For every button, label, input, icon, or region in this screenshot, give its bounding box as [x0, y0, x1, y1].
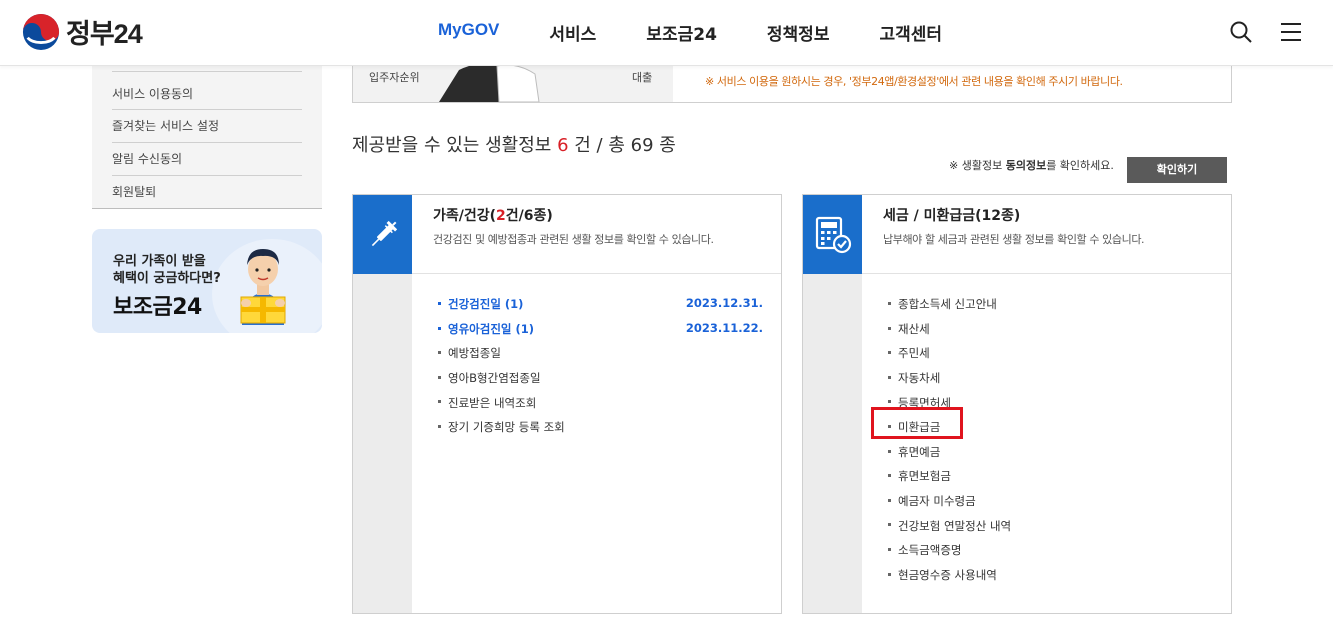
service-usage-note: ※ 서비스 이용을 원하시는 경우, '정부24앱/환경설정'에서 관련 내용을… — [705, 75, 1123, 88]
sidebar-item-notification-consent[interactable]: 알림 수신동의 — [112, 142, 302, 175]
list-item-organ-donation[interactable]: 장기 기증희망 등록 조회 — [438, 415, 763, 440]
card-icon-box — [803, 195, 862, 274]
list-item-vehicle-tax[interactable]: 자동차세 — [888, 366, 1213, 391]
list-item-resident-tax[interactable]: 주민세 — [888, 341, 1213, 366]
taegeuk-logo-icon — [22, 13, 60, 50]
tax-refund-card: 세금 / 미환급금(12종) 납부해야 할 세금과 관련된 생활 정보를 확인할… — [802, 194, 1232, 614]
mygov-sidebar: 서비스 이용동의 즐겨찾는 서비스 설정 알림 수신동의 회원탈퇴 우리 가족이… — [92, 66, 322, 333]
summary-prefix: 제공받을 수 있는 생활정보 — [352, 135, 552, 156]
list-item-property-tax[interactable]: 재산세 — [888, 317, 1213, 342]
summary-count: 6 — [557, 135, 569, 156]
card-item-list: 건강검진일 (1) 2023.12.31. 영유아검진일 (1) 2023.11… — [438, 292, 763, 440]
nav-customer-center[interactable]: 고객센터 — [879, 20, 942, 45]
list-item-medical-history[interactable]: 진료받은 내역조회 — [438, 390, 763, 415]
list-item-label: 건강검진일 (1) — [448, 297, 524, 312]
consent-notice: ※ 생활정보 동의정보를 확인하세요. — [949, 157, 1114, 173]
card-header: 가족/건강(2건/6종) 건강검진 및 예방접종과 관련된 생활 정보를 확인할… — [412, 195, 781, 274]
intro-label-resident-priority: 입주자순위 — [369, 71, 420, 84]
card-title-post: 건/6종) — [505, 208, 553, 224]
sidebar-item-favorite-services[interactable]: 즐겨찾는 서비스 설정 — [112, 109, 302, 142]
consent-post: 를 확인하세요. — [1046, 159, 1114, 172]
sidebar-item-service-consent[interactable]: 서비스 이용동의 — [112, 71, 302, 109]
nav-service[interactable]: 서비스 — [549, 20, 596, 45]
sidebar-menu: 서비스 이용동의 즐겨찾는 서비스 설정 알림 수신동의 회원탈퇴 — [92, 66, 322, 209]
confirm-consent-button[interactable]: 확인하기 — [1127, 157, 1227, 183]
list-item-date: 2023.11.22. — [685, 320, 763, 335]
summary-suffix: 종 — [659, 135, 676, 156]
list-item-health-insurance-settlement[interactable]: 건강보험 연말정산 내역 — [888, 513, 1213, 538]
nav-policy-info[interactable]: 정책정보 — [767, 20, 830, 45]
list-item-license-tax[interactable]: 등록면허세 — [888, 390, 1213, 415]
intro-illustration-area: 입주자순위 대출 — [353, 66, 673, 102]
list-item-hepatitis-b-date[interactable]: 영아B형간염접종일 — [438, 366, 763, 391]
summary-total: 69 — [630, 135, 654, 156]
list-item-label: 영유아검진일 (1) — [448, 321, 534, 336]
calculator-check-icon — [815, 216, 851, 253]
person-with-gift-illustration — [240, 249, 286, 325]
logo-text: 정부24 — [66, 19, 143, 49]
list-item-date: 2023.12.31. — [685, 296, 763, 310]
global-header: 정부24 MyGOV 서비스 보조금24 정책정보 고객센터 — [0, 0, 1333, 66]
card-header: 세금 / 미환급금(12종) 납부해야 할 세금과 관련된 생활 정보를 확인할… — [862, 195, 1231, 274]
banner-title: 보조금24 — [113, 295, 202, 320]
gov24-logo[interactable]: 정부24 — [22, 12, 143, 51]
intro-label-loan: 대출 — [632, 71, 653, 84]
list-item-unclaimed-refund[interactable]: 미환급금 — [888, 415, 1213, 440]
list-item-dormant-insurance[interactable]: 휴면보험금 — [888, 464, 1213, 489]
search-icon[interactable] — [1229, 20, 1253, 44]
card-icon-box — [353, 195, 412, 274]
list-item-unclaimed-deposit[interactable]: 예금자 미수령금 — [888, 489, 1213, 514]
person-illustration — [439, 66, 540, 102]
card-description: 건강검진 및 예방접종과 관련된 생활 정보를 확인할 수 있습니다. — [433, 233, 714, 246]
card-item-list: 종합소득세 신고안내 재산세 주민세 자동차세 등록면허세 미환급금 휴면예금 … — [888, 292, 1213, 587]
nav-mygov[interactable]: MyGOV — [438, 20, 499, 45]
banner-line-2: 혜택이 궁금하다면? — [113, 271, 221, 286]
consent-pre: ※ 생활정보 — [949, 159, 1003, 172]
list-item-income-certificate[interactable]: 소득금액증명 — [888, 538, 1213, 563]
subsidy24-banner[interactable]: 우리 가족이 받을 혜택이 궁금하다면? 보조금24 — [92, 229, 322, 333]
card-title-pre: 가족/건강( — [433, 208, 497, 224]
list-item-cash-receipt-history[interactable]: 현금영수증 사용내역 — [888, 563, 1213, 588]
nav-subsidy24[interactable]: 보조금24 — [646, 20, 717, 45]
card-title: 세금 / 미환급금(12종) — [883, 208, 1021, 224]
card-description: 납부해야 할 세금과 관련된 생활 정보를 확인할 수 있습니다. — [883, 233, 1145, 246]
list-item-infant-checkup[interactable]: 영유아검진일 (1) 2023.11.22. — [438, 317, 763, 342]
summary-mid: 건 / 총 — [574, 135, 625, 156]
list-item-health-checkup[interactable]: 건강검진일 (1) 2023.12.31. — [438, 292, 763, 317]
life-info-summary: 제공받을 수 있는 생활정보 6 건 / 총 69 종 — [352, 131, 676, 157]
consent-bold: 동의정보 — [1005, 159, 1047, 172]
list-item-dormant-deposit[interactable]: 휴면예금 — [888, 440, 1213, 465]
family-health-card: 가족/건강(2건/6종) 건강검진 및 예방접종과 관련된 생활 정보를 확인할… — [352, 194, 782, 614]
card-title: 가족/건강(2건/6종) — [433, 205, 553, 225]
list-item-income-tax-notice[interactable]: 종합소득세 신고안내 — [888, 292, 1213, 317]
syringe-icon — [371, 220, 397, 246]
global-nav: MyGOV 서비스 보조금24 정책정보 고객센터 — [438, 20, 992, 45]
card-title-count: 2 — [496, 208, 506, 224]
service-intro-box: 입주자순위 대출 ※ 서비스 이용을 원하시는 경우, '정부24앱/환경설정'… — [352, 66, 1232, 103]
sidebar-item-withdraw[interactable]: 회원탈퇴 — [112, 175, 302, 208]
list-item-vaccination-date[interactable]: 예방접종일 — [438, 341, 763, 366]
header-tools — [1203, 20, 1303, 44]
menu-icon[interactable] — [1279, 20, 1303, 44]
